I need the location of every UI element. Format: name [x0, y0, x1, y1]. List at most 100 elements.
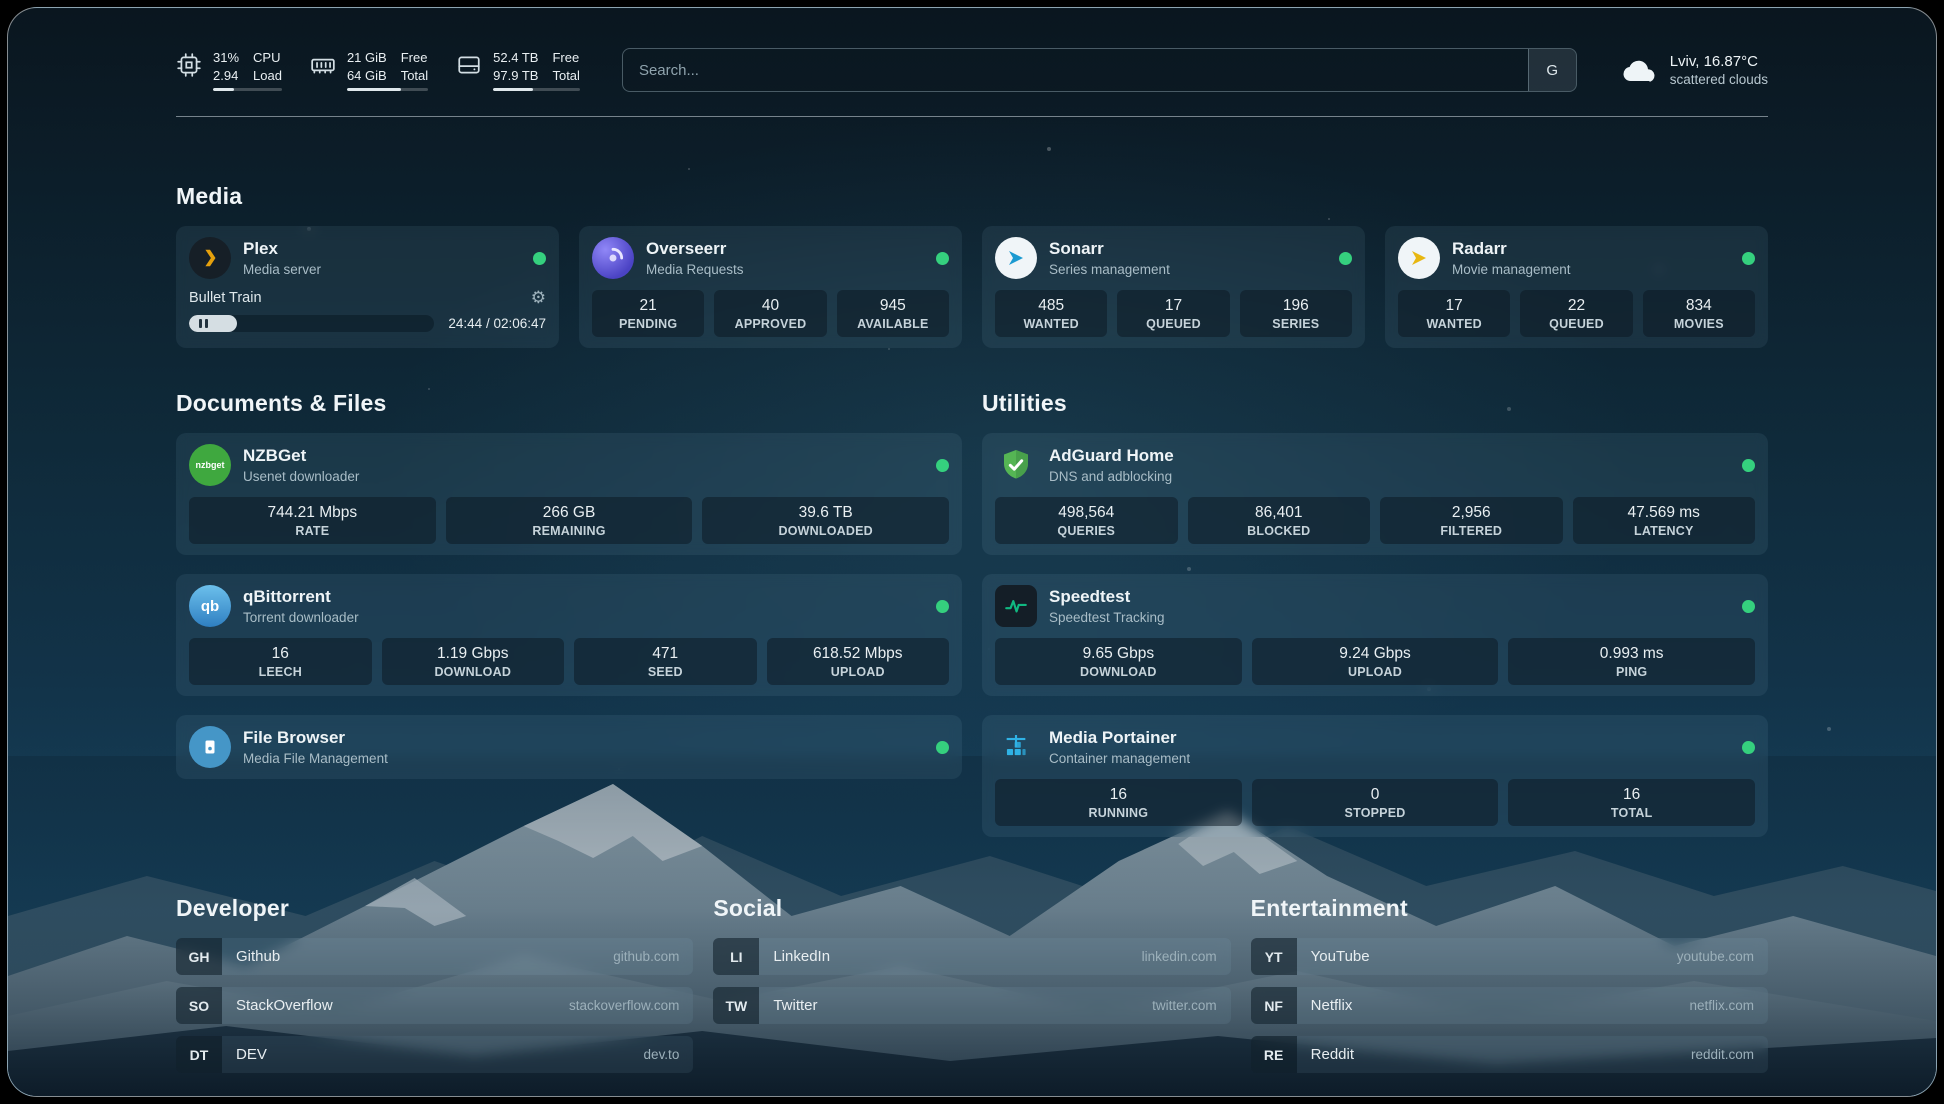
memory-free-value: 21 GiB [347, 49, 387, 66]
bookmark-url: github.com [613, 949, 679, 964]
stat-value: 0.993 ms [1510, 645, 1753, 663]
settings-icon[interactable]: ⚙ [531, 289, 546, 306]
stat: 17 QUEUED [1117, 290, 1229, 337]
stat-label: UPLOAD [1254, 665, 1497, 679]
service-subtitle: Movie management [1452, 262, 1571, 277]
cpu-load-label: Load [253, 67, 282, 84]
resource-widget-disk: 52.4 TB 97.9 TB Free Total [456, 49, 580, 90]
disk-free-label: Free [552, 49, 579, 66]
speedtest-icon [995, 585, 1037, 627]
now-playing-title: Bullet Train [189, 290, 262, 306]
stat-label: APPROVED [716, 317, 824, 331]
bookmark-linkedin[interactable]: LI LinkedIn linkedin.com [713, 938, 1230, 975]
stat-label: PENDING [594, 317, 702, 331]
stat-value: 16 [1510, 786, 1753, 804]
service-card-adguard[interactable]: AdGuard Home DNS and adblocking 498,564 … [982, 433, 1768, 555]
stat-label: MOVIES [1645, 317, 1753, 331]
search-bar[interactable]: G [622, 48, 1577, 92]
stat-label: WANTED [1400, 317, 1508, 331]
stat-value: 266 GB [448, 504, 691, 522]
cloud-icon [1621, 57, 1657, 83]
disk-free-value: 52.4 TB [493, 49, 538, 66]
stat-value: 17 [1400, 297, 1508, 315]
search-input[interactable] [623, 49, 1528, 91]
stat-value: 471 [576, 645, 755, 663]
search-provider-button[interactable]: G [1528, 49, 1576, 91]
stat-value: 945 [839, 297, 947, 315]
stat-label: SERIES [1242, 317, 1350, 331]
service-subtitle: Media server [243, 262, 321, 277]
bookmark-youtube[interactable]: YT YouTube youtube.com [1251, 938, 1768, 975]
stat-label: SEED [576, 665, 755, 679]
stat-label: TOTAL [1510, 806, 1753, 820]
stat: 2,956 FILTERED [1380, 497, 1563, 544]
bookmark-reddit[interactable]: RE Reddit reddit.com [1251, 1036, 1768, 1073]
stat-label: PING [1510, 665, 1753, 679]
service-card-speedtest[interactable]: Speedtest Speedtest Tracking 9.65 Gbps D… [982, 574, 1768, 696]
status-dot [936, 741, 949, 754]
memory-progress-fill [347, 88, 401, 91]
service-card-overseerr[interactable]: Overseerr Media Requests 21 PENDING 40 A… [579, 226, 962, 348]
service-subtitle: Media Requests [646, 262, 744, 277]
playback-progress-bar[interactable] [189, 315, 434, 332]
qbittorrent-icon: qb [189, 585, 231, 627]
service-card-nzbget[interactable]: nzbget NZBGet Usenet downloader 744.21 M… [176, 433, 962, 555]
stat: 485 WANTED [995, 290, 1107, 337]
service-subtitle: Series management [1049, 262, 1170, 277]
status-dot [1339, 252, 1352, 265]
stat-value: 9.24 Gbps [1254, 645, 1497, 663]
bookmark-name: Reddit [1311, 1046, 1354, 1063]
bookmark-dev[interactable]: DT DEV dev.to [176, 1036, 693, 1073]
bookmark-group-developer: Developer GH Github github.com SO StackO… [176, 895, 693, 1073]
disk-icon [456, 52, 482, 78]
bookmark-abbr: TW [713, 987, 759, 1024]
playback-time: 24:44 / 02:06:47 [448, 316, 546, 331]
stat: 47.569 ms LATENCY [1573, 497, 1756, 544]
bookmark-abbr: SO [176, 987, 222, 1024]
section-media: Media Plex Media server Bullet [176, 183, 1768, 348]
stat: 16 TOTAL [1508, 779, 1755, 826]
service-subtitle: Media File Management [243, 751, 388, 766]
stat: 1.19 Gbps DOWNLOAD [382, 638, 565, 685]
status-dot [1742, 600, 1755, 613]
stat: 266 GB REMAINING [446, 497, 693, 544]
stat-value: 196 [1242, 297, 1350, 315]
service-name: AdGuard Home [1049, 446, 1174, 466]
stat-label: STOPPED [1254, 806, 1497, 820]
stat-value: 22 [1522, 297, 1630, 315]
service-name: Media Portainer [1049, 728, 1190, 748]
stat-label: QUEUED [1119, 317, 1227, 331]
weather-condition: scattered clouds [1670, 72, 1768, 87]
bookmark-name: LinkedIn [773, 948, 830, 965]
service-subtitle: Usenet downloader [243, 469, 359, 484]
stat-label: BLOCKED [1190, 524, 1369, 538]
pause-icon[interactable] [199, 319, 208, 328]
stat: 39.6 TB DOWNLOADED [702, 497, 949, 544]
section-utilities: Utilities AdGu [982, 390, 1768, 837]
service-card-radarr[interactable]: Radarr Movie management 17 WANTED 22 QUE… [1385, 226, 1768, 348]
service-card-plex[interactable]: Plex Media server Bullet Train ⚙ [176, 226, 559, 348]
service-card-filebrowser[interactable]: File Browser Media File Management [176, 715, 962, 779]
bookmark-stackoverflow[interactable]: SO StackOverflow stackoverflow.com [176, 987, 693, 1024]
stat-label: REMAINING [448, 524, 691, 538]
bookmark-name: StackOverflow [236, 997, 333, 1014]
stat-value: 0 [1254, 786, 1497, 804]
bookmark-twitter[interactable]: TW Twitter twitter.com [713, 987, 1230, 1024]
service-card-portainer[interactable]: Media Portainer Container management 16 … [982, 715, 1768, 837]
bookmark-url: twitter.com [1152, 998, 1217, 1013]
qbittorrent-icon-text: qb [201, 598, 219, 615]
service-card-qbittorrent[interactable]: qb qBittorrent Torrent downloader 16 [176, 574, 962, 696]
stat-value: 498,564 [997, 504, 1176, 522]
service-subtitle: Container management [1049, 751, 1190, 766]
service-subtitle: DNS and adblocking [1049, 469, 1174, 484]
bookmark-github[interactable]: GH Github github.com [176, 938, 693, 975]
stat-label: UPLOAD [769, 665, 948, 679]
bookmark-url: youtube.com [1677, 949, 1754, 964]
bookmark-netflix[interactable]: NF Netflix netflix.com [1251, 987, 1768, 1024]
stat-label: DOWNLOAD [997, 665, 1240, 679]
header-divider [176, 116, 1768, 117]
service-card-sonarr[interactable]: Sonarr Series management 485 WANTED 17 Q… [982, 226, 1365, 348]
stat: 9.24 Gbps UPLOAD [1252, 638, 1499, 685]
bookmark-url: stackoverflow.com [569, 998, 679, 1013]
stat-value: 21 [594, 297, 702, 315]
